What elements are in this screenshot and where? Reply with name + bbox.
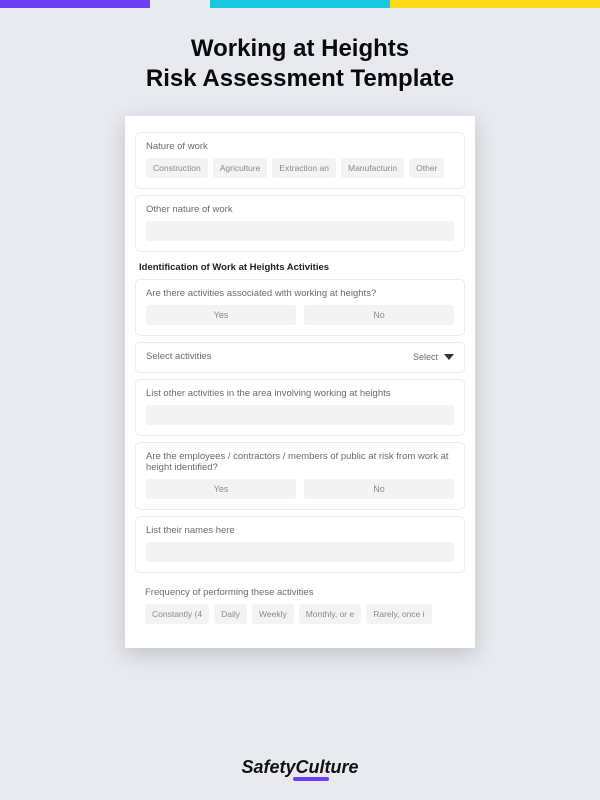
option-chip[interactable]: Weekly <box>252 604 294 624</box>
option-chip[interactable]: Other <box>409 158 444 178</box>
field-label: Nature of work <box>146 141 454 152</box>
template-preview: Nature of work Construction Agriculture … <box>125 116 475 648</box>
footer: SafetyCulture <box>0 757 600 778</box>
text-input[interactable] <box>146 405 454 425</box>
field-select-activities: Select activities Select <box>135 342 465 373</box>
field-at-risk: Are the employees / contractors / member… <box>135 442 465 510</box>
option-no[interactable]: No <box>304 479 454 499</box>
option-chip[interactable]: Agriculture <box>213 158 268 178</box>
field-list-other-activities: List other activities in the area involv… <box>135 379 465 436</box>
option-chip[interactable]: Daily <box>214 604 247 624</box>
field-label: Select activities <box>146 351 211 362</box>
field-label: List other activities in the area involv… <box>146 388 454 399</box>
option-yes[interactable]: Yes <box>146 479 296 499</box>
field-label: List their names here <box>146 525 454 536</box>
text-input[interactable] <box>146 221 454 241</box>
page-title: Working at Heights Risk Assessment Templ… <box>0 34 600 94</box>
option-chip[interactable]: Manufacturin <box>341 158 404 178</box>
select-dropdown[interactable]: Select <box>413 352 454 362</box>
section-heading: Identification of Work at Heights Activi… <box>139 262 465 273</box>
option-chip[interactable]: Extraction an <box>272 158 336 178</box>
option-chip[interactable]: Constantly (4 <box>145 604 209 624</box>
field-activities-associated: Are there activities associated with wor… <box>135 279 465 336</box>
brand-logo: SafetyCulture <box>241 757 358 778</box>
field-label: Are the employees / contractors / member… <box>146 451 454 473</box>
field-label: Other nature of work <box>146 204 454 215</box>
field-nature-of-work: Nature of work Construction Agriculture … <box>135 132 465 189</box>
chevron-down-icon <box>444 354 454 360</box>
accent-bar <box>0 0 600 8</box>
option-chip[interactable]: Rarely, once i <box>366 604 431 624</box>
option-yes[interactable]: Yes <box>146 305 296 325</box>
option-chip[interactable]: Monthly, or e <box>299 604 362 624</box>
text-input[interactable] <box>146 542 454 562</box>
field-other-nature: Other nature of work <box>135 195 465 252</box>
field-frequency: Frequency of performing these activities… <box>135 579 465 634</box>
field-label: Are there activities associated with wor… <box>146 288 454 299</box>
option-chip[interactable]: Construction <box>146 158 208 178</box>
option-no[interactable]: No <box>304 305 454 325</box>
field-list-names: List their names here <box>135 516 465 573</box>
field-label: Frequency of performing these activities <box>145 587 455 598</box>
